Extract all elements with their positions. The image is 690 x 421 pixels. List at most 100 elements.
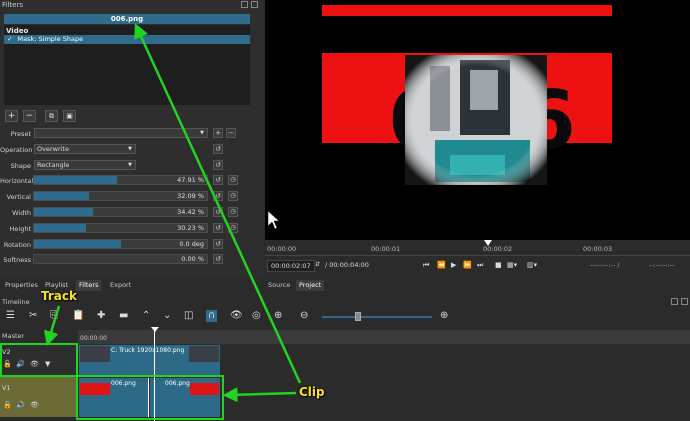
- timeline-ruler[interactable]: 00:00:00: [78, 330, 690, 344]
- remove-icon[interactable]: ▬: [119, 310, 128, 322]
- softness-slider[interactable]: 0.00 %: [33, 254, 208, 264]
- ruler-mark: 00:00:01: [371, 245, 401, 253]
- stop-icon[interactable]: ■: [495, 261, 502, 269]
- width-label: Width: [12, 209, 31, 217]
- filters-title: Filters: [2, 1, 23, 9]
- softness-label: Softness: [3, 256, 31, 264]
- transport-bar: 00:00:02:07 ⇵ / 00:00:04:00 ⏮ ⏪ ▶ ⏩ ⏭ ■ …: [265, 257, 690, 277]
- scrub-icon[interactable]: 👁: [230, 310, 243, 322]
- remove-filter-button[interactable]: −: [23, 110, 36, 122]
- zoom-slider-track[interactable]: [322, 316, 432, 318]
- viewer-ruler[interactable]: 00:00:00 00:00:01 00:00:02 00:00:03: [265, 240, 690, 256]
- lift-icon[interactable]: ⌃: [142, 310, 150, 322]
- overwrite-icon[interactable]: ⌄: [163, 310, 171, 322]
- video-viewer[interactable]: 0 6: [265, 0, 690, 240]
- grid-icon[interactable]: ▦▾: [507, 261, 517, 269]
- width-value: 34.42 %: [177, 208, 204, 216]
- track-highlight-box: [0, 343, 78, 377]
- split-icon[interactable]: ◫: [184, 310, 193, 322]
- skip-next-icon[interactable]: ⏭: [477, 261, 483, 270]
- master-track[interactable]: Master: [0, 330, 78, 342]
- mute-icon[interactable]: 🔊: [16, 401, 25, 409]
- ruler-mark: 00:00:03: [583, 245, 613, 253]
- operation-combo[interactable]: Overwrite ▼: [34, 144, 136, 154]
- height-label: Height: [9, 225, 32, 233]
- in-point-timecode: --:--:--:-- /: [590, 261, 620, 269]
- track-header-v1[interactable]: V1 🔓 🔊 👁: [0, 377, 78, 417]
- clip-truck[interactable]: C: Truck 1920x1080.png: [79, 345, 220, 375]
- tab-source[interactable]: Source: [265, 280, 293, 291]
- filter-item-mask[interactable]: ✓ Mask: Simple Shape: [4, 35, 250, 44]
- save-filter-button[interactable]: ▣: [63, 110, 76, 122]
- height-fill: [34, 224, 86, 232]
- width-slider[interactable]: 34.42 %: [33, 207, 208, 217]
- out-point-timecode: --:--:--:--: [649, 261, 675, 269]
- ripple-icon[interactable]: ◎: [252, 310, 261, 322]
- add-preset-button[interactable]: +: [213, 128, 223, 138]
- zoom-in-icon[interactable]: ⊕: [440, 310, 448, 322]
- tab-filters[interactable]: Filters: [76, 280, 102, 291]
- chevron-down-icon: ▼: [200, 130, 204, 136]
- horizontal-fill: [34, 176, 118, 184]
- reset-horizontal-icon[interactable]: ↺: [213, 175, 223, 185]
- remove-preset-button[interactable]: −: [226, 128, 236, 138]
- rotation-slider[interactable]: 0.0 deg: [33, 239, 208, 249]
- height-value: 30.23 %: [177, 224, 204, 232]
- filter-list[interactable]: Video ✓ Mask: Simple Shape: [4, 25, 250, 105]
- reset-operation-icon[interactable]: ↺: [213, 144, 223, 154]
- reset-softness-icon[interactable]: ↺: [213, 254, 223, 264]
- keyframe-horizontal-icon[interactable]: ◷: [228, 175, 238, 185]
- ripple-all-icon[interactable]: ⊕: [274, 310, 282, 322]
- tab-properties[interactable]: Properties: [2, 280, 41, 291]
- float-icon[interactable]: [671, 298, 678, 305]
- float-icon[interactable]: [241, 1, 248, 8]
- timeline-title: Timeline: [2, 298, 30, 306]
- height-slider[interactable]: 30.23 %: [33, 223, 208, 233]
- close-icon[interactable]: [681, 298, 688, 305]
- cut-icon[interactable]: ✂: [29, 310, 37, 322]
- clip-callout: Clip: [299, 385, 325, 399]
- checkbox-icon[interactable]: ✓: [7, 35, 12, 43]
- horizontal-slider[interactable]: 47.91 %: [33, 175, 208, 185]
- close-icon[interactable]: [251, 1, 258, 8]
- position-timecode[interactable]: 00:00:02:07: [267, 260, 315, 272]
- tab-export[interactable]: Export: [107, 280, 134, 291]
- copy-icon[interactable]: ⎘: [50, 310, 58, 322]
- preset-label: Preset: [10, 130, 31, 138]
- rewind-icon[interactable]: ⏪: [437, 261, 446, 269]
- viewer-playhead[interactable]: [484, 240, 492, 246]
- zoom-slider-handle[interactable]: [355, 312, 361, 321]
- keyframe-width-icon[interactable]: ◷: [228, 207, 238, 217]
- tab-project[interactable]: Project: [296, 280, 325, 291]
- copy-filter-button[interactable]: ⧉: [45, 110, 58, 122]
- hide-icon[interactable]: 👁: [30, 401, 39, 409]
- vertical-label: Vertical: [6, 193, 31, 201]
- reset-vertical-icon[interactable]: ↺: [213, 191, 223, 201]
- zoom-grid-icon[interactable]: ▥▾: [527, 261, 537, 269]
- reset-width-icon[interactable]: ↺: [213, 207, 223, 217]
- vertical-slider[interactable]: 32.09 %: [33, 191, 208, 201]
- horizontal-value: 47.91 %: [177, 176, 204, 184]
- spin-icon[interactable]: ⇵: [315, 261, 320, 268]
- append-icon[interactable]: ✚: [97, 310, 105, 322]
- filter-item-label: Mask: Simple Shape: [17, 35, 84, 43]
- reset-rotation-icon[interactable]: ↺: [213, 239, 223, 249]
- zoom-out-icon[interactable]: ⊖: [300, 310, 308, 322]
- shape-combo[interactable]: Rectangle ▼: [34, 160, 136, 170]
- operation-value: Overwrite: [37, 145, 69, 153]
- lock-icon[interactable]: 🔓: [3, 401, 12, 409]
- reset-shape-icon[interactable]: ↺: [213, 160, 223, 170]
- preset-combo[interactable]: ▼: [34, 128, 208, 138]
- fast-forward-icon[interactable]: ⏩: [463, 261, 472, 269]
- skip-previous-icon[interactable]: ⏮: [423, 261, 429, 270]
- add-filter-button[interactable]: +: [5, 110, 18, 122]
- play-icon[interactable]: ▶: [451, 261, 456, 269]
- menu-icon[interactable]: ☰: [6, 310, 15, 322]
- paste-icon[interactable]: 📋: [72, 310, 84, 322]
- reset-height-icon[interactable]: ↺: [213, 223, 223, 233]
- playhead-marker-icon[interactable]: [151, 327, 159, 332]
- ruler-mark: 00:00:02: [483, 245, 513, 253]
- snap-icon[interactable]: ∩: [206, 310, 218, 322]
- keyframe-height-icon[interactable]: ◷: [228, 223, 238, 233]
- keyframe-vertical-icon[interactable]: ◷: [228, 191, 238, 201]
